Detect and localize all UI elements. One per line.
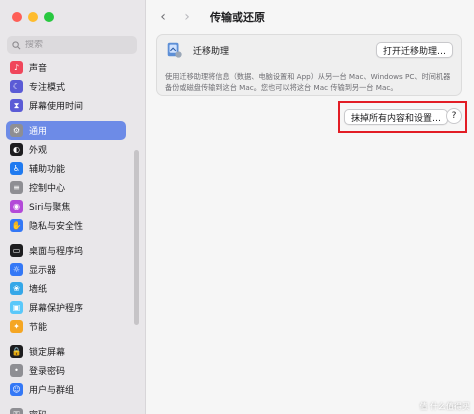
hand-icon: ✋ bbox=[10, 219, 23, 232]
screensaver-icon: ▣ bbox=[10, 301, 23, 314]
minimize-button[interactable] bbox=[28, 12, 38, 22]
sidebar-item[interactable]: ▭ 桌面与程序坞 bbox=[6, 241, 126, 260]
appearance-icon: ◐ bbox=[10, 143, 23, 156]
sidebar-item[interactable]: ♪ 声音 bbox=[6, 58, 126, 77]
sidebar-item[interactable]: ✋ 隐私与安全性 bbox=[6, 216, 126, 235]
dock-icon: ▭ bbox=[10, 244, 23, 257]
watermark: 值 什么值得买 bbox=[419, 402, 470, 411]
toolbar: ‹ › 传输或还原 bbox=[154, 8, 265, 26]
moon-icon: ☾ bbox=[10, 80, 23, 93]
sidebar: ♪ 声音 ☾ 专注模式 ⧗ 屏幕使用时间 ⚙ 通用 ◐ 外观 ♿ 辅助功能 ≡ 控制中心 ◉ Siri与聚焦 ✋… bbox=[0, 0, 146, 414]
sidebar-item[interactable]: ◉ Siri与聚焦 bbox=[6, 197, 126, 216]
sidebar-item[interactable]: ⧗ 屏幕使用时间 bbox=[6, 96, 126, 115]
migration-label: 迁移助理 bbox=[193, 46, 230, 57]
sidebar-item-label: 桌面与程序坞 bbox=[29, 247, 84, 257]
migration-assistant-icon bbox=[167, 42, 182, 58]
migration-description: 使用迁移助理将信息（数据、电脑设置和 App）从另一台 Mac、Windows … bbox=[165, 72, 451, 92]
sidebar-item-label: 墙纸 bbox=[29, 285, 48, 295]
migration-row: 迁移助理 bbox=[165, 41, 229, 59]
sidebar-scrollbar[interactable] bbox=[134, 150, 139, 325]
sidebar-item-label: 隐私与安全性 bbox=[29, 222, 84, 232]
sidebar-item-label: 用户与群组 bbox=[29, 386, 75, 396]
settings-window: ♪ 声音 ☾ 专注模式 ⧗ 屏幕使用时间 ⚙ 通用 ◐ 外观 ♿ 辅助功能 ≡ 控制中心 ◉ Siri与聚焦 ✋… bbox=[0, 0, 474, 414]
gear-icon: ⚙ bbox=[10, 124, 23, 137]
search-input[interactable] bbox=[25, 40, 125, 50]
password-icon: • bbox=[10, 364, 23, 377]
sidebar-item-label: 声音 bbox=[29, 64, 48, 74]
sidebar-item[interactable]: ✦ 节能 bbox=[6, 317, 126, 336]
key-icon: ⚿ bbox=[10, 408, 23, 414]
sidebar-item-label: 外观 bbox=[29, 146, 48, 156]
traffic-lights bbox=[12, 12, 54, 22]
open-migration-assistant-button[interactable]: 打开迁移助理… bbox=[375, 42, 453, 58]
sidebar-item[interactable]: ❀ 墙纸 bbox=[6, 279, 126, 298]
sidebar-item-label: 显示器 bbox=[29, 266, 57, 276]
sidebar-item[interactable]: 🔒 锁定屏幕 bbox=[6, 342, 126, 361]
control-center-icon: ≡ bbox=[10, 181, 23, 194]
sidebar-item-label: 屏幕使用时间 bbox=[29, 102, 84, 112]
sidebar-item[interactable]: ☺ 用户与群组 bbox=[6, 380, 126, 399]
main-panel: ‹ › 传输或还原 迁移助理 打开迁移助理… 使用迁移助理将信息（数据、电脑设置… bbox=[146, 0, 474, 414]
display-icon: ☼ bbox=[10, 263, 23, 276]
chevron-right-icon: › bbox=[184, 9, 190, 25]
speaker-icon: ♪ bbox=[10, 61, 23, 74]
sidebar-item[interactable]: ≡ 控制中心 bbox=[6, 178, 126, 197]
accessibility-icon: ♿ bbox=[10, 162, 23, 175]
users-icon: ☺ bbox=[10, 383, 23, 396]
close-button[interactable] bbox=[12, 12, 22, 22]
lock-icon: 🔒 bbox=[10, 345, 23, 358]
sidebar-item-label: 控制中心 bbox=[29, 184, 66, 194]
sidebar-item-label: 锁定屏幕 bbox=[29, 348, 66, 358]
search-icon bbox=[12, 40, 21, 49]
zoom-button[interactable] bbox=[44, 12, 54, 22]
sidebar-item-label: 辅助功能 bbox=[29, 165, 66, 175]
sidebar-item[interactable]: ☼ 显示器 bbox=[6, 260, 126, 279]
annotation-highlight-box bbox=[338, 101, 467, 133]
sidebar-item[interactable]: ▣ 屏幕保护程序 bbox=[6, 298, 126, 317]
sidebar-item[interactable]: ⚿ 密码 bbox=[6, 405, 126, 414]
sidebar-item[interactable]: • 登录密码 bbox=[6, 361, 126, 380]
siri-icon: ◉ bbox=[10, 200, 23, 213]
sidebar-item[interactable]: ☾ 专注模式 bbox=[6, 77, 126, 96]
sidebar-item[interactable]: ◐ 外观 bbox=[6, 140, 126, 159]
sidebar-item[interactable]: ⚙ 通用 bbox=[6, 121, 126, 140]
sidebar-item-label: 专注模式 bbox=[29, 83, 66, 93]
wallpaper-icon: ❀ bbox=[10, 282, 23, 295]
sidebar-item[interactable]: ♿ 辅助功能 bbox=[6, 159, 126, 178]
page-title: 传输或还原 bbox=[210, 11, 265, 24]
forward-button[interactable]: › bbox=[178, 8, 196, 26]
sidebar-item-label: 通用 bbox=[29, 127, 48, 137]
bulb-icon: ✦ bbox=[10, 320, 23, 333]
sidebar-item-label: 密码 bbox=[29, 408, 47, 414]
sidebar-item-label: 登录密码 bbox=[29, 367, 66, 377]
sidebar-item-label: 屏幕保护程序 bbox=[29, 304, 84, 314]
sidebar-item-label: Siri与聚焦 bbox=[29, 203, 71, 213]
back-button[interactable]: ‹ bbox=[154, 8, 172, 26]
hourglass-icon: ⧗ bbox=[10, 99, 23, 112]
sidebar-item-label: 节能 bbox=[29, 323, 48, 333]
search-field[interactable] bbox=[7, 36, 137, 54]
chevron-left-icon: ‹ bbox=[160, 9, 166, 25]
migration-card: 迁移助理 打开迁移助理… 使用迁移助理将信息（数据、电脑设置和 App）从另一台… bbox=[156, 34, 462, 96]
